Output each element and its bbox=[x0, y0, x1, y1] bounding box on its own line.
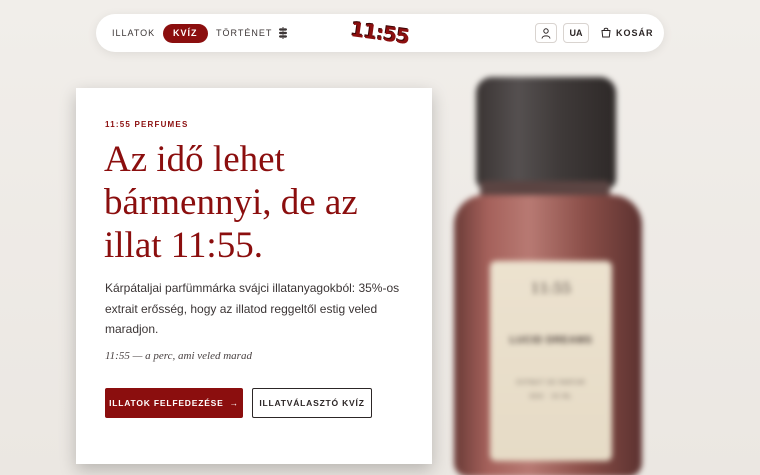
hero-card: 11:55 PERFUMES Az idő lehet bármennyi, d… bbox=[76, 88, 432, 464]
brand-logo[interactable]: 11:55 bbox=[348, 16, 411, 50]
nav-link-scents[interactable]: ILLATOK bbox=[112, 14, 155, 52]
hero-lead: Kárpátaljai parfümmárka svájci illatanya… bbox=[105, 281, 400, 336]
sprig-icon[interactable] bbox=[278, 26, 288, 40]
nav-link-story[interactable]: TÖRTÉNET bbox=[216, 14, 272, 52]
language-switch[interactable]: UA bbox=[563, 23, 589, 43]
hero-title: Az idő lehet bármennyi, de az illat 11:5… bbox=[104, 139, 358, 266]
arrow-right-icon: → bbox=[229, 398, 239, 408]
cart-label: KOSÁR bbox=[616, 28, 654, 38]
top-navbar: ILLATOK KVÍZ TÖRTÉNET 11:55 UA KOSÁR bbox=[96, 14, 664, 52]
bottle-label: 11:55 LUCID DREAMS EXTRAIT DE PARFUM EDO… bbox=[490, 261, 612, 461]
user-icon bbox=[541, 28, 551, 39]
cart-icon bbox=[601, 27, 611, 38]
bottle-cap bbox=[476, 77, 616, 189]
account-button[interactable] bbox=[535, 23, 557, 43]
explore-scents-label: ILLATOK FELFEDEZÉSE bbox=[109, 398, 224, 408]
nav-link-quiz[interactable]: KVÍZ bbox=[163, 24, 208, 43]
bottle-product-name: LUCID DREAMS bbox=[509, 335, 593, 346]
hero-eyebrow: 11:55 PERFUMES bbox=[105, 120, 189, 129]
bottle-volume: EDO · 50 ML bbox=[530, 394, 572, 400]
bottle-brand: 11:55 bbox=[530, 281, 572, 297]
explore-scents-button[interactable]: ILLATOK FELFEDEZÉSE → bbox=[105, 388, 243, 418]
bottle-type: EXTRAIT DE PARFUM bbox=[516, 380, 586, 386]
product-image: 11:55 LUCID DREAMS EXTRAIT DE PARFUM EDO… bbox=[440, 55, 670, 475]
cart-link[interactable]: KOSÁR bbox=[601, 14, 654, 52]
scent-quiz-button[interactable]: ILLATVÁLASZTÓ KVÍZ bbox=[252, 388, 372, 418]
hero-tagline: 11:55 — a perc, ami veled marad bbox=[105, 350, 252, 362]
